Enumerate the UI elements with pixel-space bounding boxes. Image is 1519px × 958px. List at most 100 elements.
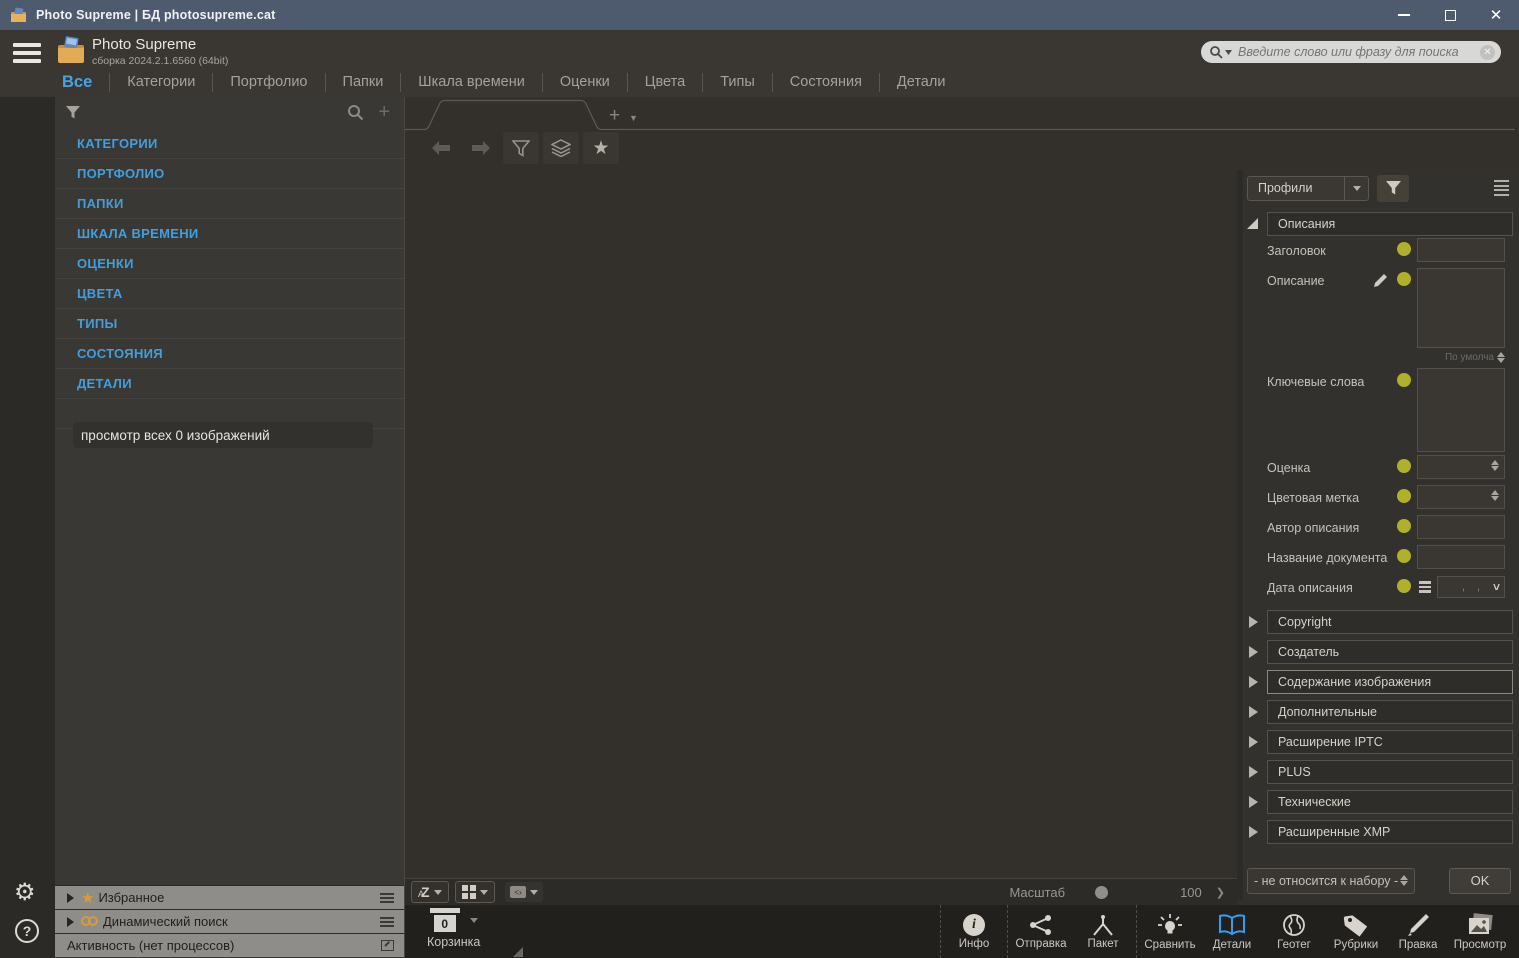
activity-expand-icon[interactable] (381, 940, 394, 951)
sidebar-item-states[interactable]: СОСТОЯНИЯ (55, 339, 404, 369)
keyword-dot-icon[interactable] (1397, 272, 1411, 286)
panel-menu-icon[interactable] (1494, 180, 1509, 196)
section-collapsed-icon[interactable] (1249, 796, 1258, 808)
keyword-dot-icon[interactable] (1397, 489, 1411, 503)
search-input[interactable] (1238, 45, 1480, 59)
sidebar-item-types[interactable]: ТИПЫ (55, 309, 404, 339)
keyword-dot-icon[interactable] (1397, 242, 1411, 256)
section-collapsed-icon[interactable] (1249, 736, 1258, 748)
dock-item-geotag[interactable]: Геотег (1263, 905, 1325, 958)
section-expanded-icon[interactable] (1247, 218, 1258, 229)
layers-button[interactable] (543, 132, 579, 164)
date-field[interactable]: ,, ˅ (1437, 576, 1505, 598)
favorites-panel-header[interactable]: ★ Избранное (55, 885, 404, 909)
tab-timeline[interactable]: Шкала времени (418, 72, 525, 92)
dock-item-view[interactable]: Просмотр (1449, 905, 1511, 958)
star-rating-button[interactable]: ★ (583, 132, 619, 164)
tab-folders[interactable]: Папки (343, 72, 384, 92)
section-extended-xmp[interactable]: Расширенные XMP (1267, 820, 1513, 844)
search-box[interactable]: ✕ (1201, 41, 1501, 63)
sidebar-item-ratings[interactable]: ОЦЕНКИ (55, 249, 404, 279)
keyword-dot-icon[interactable] (1397, 373, 1411, 387)
section-creator[interactable]: Создатель (1267, 640, 1513, 664)
section-collapsed-icon[interactable] (1249, 676, 1258, 688)
filter-button[interactable] (503, 132, 539, 164)
sidebar-item-timeline[interactable]: ШКАЛА ВРЕМЕНИ (55, 219, 404, 249)
section-collapsed-icon[interactable] (1249, 646, 1258, 658)
section-iptc-extension[interactable]: Расширение IPTC (1267, 730, 1513, 754)
expand-arrow-icon[interactable] (67, 916, 74, 927)
label-dropdown-icon[interactable] (529, 889, 538, 895)
tab-ratings[interactable]: Оценки (560, 72, 610, 92)
profile-combo-arrow-icon[interactable] (1344, 176, 1368, 200)
zoom-dropdown-icon[interactable]: ❯ (1216, 886, 1225, 899)
forward-button[interactable] (463, 132, 499, 164)
sidebar-item-portfolio[interactable]: ПОРТФОЛИО (55, 159, 404, 189)
help-icon[interactable]: ? (15, 919, 39, 943)
dynamic-search-menu-icon[interactable] (380, 916, 394, 927)
panel-filter-button[interactable] (1377, 174, 1409, 202)
view-all-images-button[interactable]: просмотр всех 0 изображений (73, 422, 373, 448)
zoom-slider[interactable] (1095, 885, 1109, 899)
edit-pencil-icon[interactable] (1373, 273, 1388, 288)
section-additional[interactable]: Дополнительные (1267, 700, 1513, 724)
section-collapsed-icon[interactable] (1249, 616, 1258, 628)
ok-button[interactable]: OK (1449, 867, 1511, 894)
dock-item-share[interactable]: Отправка (1010, 905, 1072, 958)
maximize-button[interactable] (1427, 0, 1473, 30)
favorites-menu-icon[interactable] (380, 892, 394, 903)
tab-portfolio[interactable]: Портфолио (230, 72, 307, 92)
dock-item-details[interactable]: Детали (1201, 905, 1263, 958)
sidebar-item-colors[interactable]: ЦВЕТА (55, 279, 404, 309)
description-field[interactable] (1417, 268, 1505, 348)
dynamic-search-panel-header[interactable]: Динамический поиск (55, 909, 404, 933)
close-button[interactable]: ✕ (1473, 0, 1519, 30)
section-copyright[interactable]: Copyright (1267, 610, 1513, 634)
tab-colors[interactable]: Цвета (645, 72, 685, 92)
keywords-field[interactable] (1417, 368, 1505, 452)
sidebar-filter-icon[interactable] (65, 105, 81, 120)
dock-item-edit[interactable]: Правка (1387, 905, 1449, 958)
set-selector[interactable]: - не относится к набору - (1247, 867, 1415, 894)
dock-item-labels[interactable]: Рубрики (1325, 905, 1387, 958)
default-language-spinner[interactable]: По умолча (1417, 352, 1505, 363)
section-collapsed-icon[interactable] (1249, 826, 1258, 838)
basket-dropdown-icon[interactable] (469, 917, 478, 923)
activity-bar[interactable]: Активность (нет процессов) (55, 933, 404, 957)
settings-gear-icon[interactable]: ⚙ (14, 878, 36, 907)
title-field[interactable] (1417, 238, 1505, 262)
add-tab-dropdown-icon[interactable]: ▼ (629, 113, 638, 123)
sidebar-item-categories[interactable]: КАТЕГОРИИ (55, 129, 404, 159)
dock-item-compare[interactable]: Сравнить (1139, 905, 1201, 958)
keyword-dot-icon[interactable] (1397, 519, 1411, 533)
search-icon[interactable] (1209, 45, 1232, 60)
section-collapsed-icon[interactable] (1249, 766, 1258, 778)
view-mode-button[interactable] (454, 881, 495, 903)
expand-arrow-icon[interactable] (67, 892, 74, 903)
tab-details[interactable]: Детали (897, 72, 946, 92)
date-dropdown-icon[interactable]: ˅ (1493, 580, 1500, 594)
section-plus[interactable]: PLUS (1267, 760, 1513, 784)
rating-field[interactable] (1417, 455, 1505, 479)
search-clear-icon[interactable]: ✕ (1480, 44, 1495, 60)
sidebar-item-details[interactable]: ДЕТАЛИ (55, 369, 404, 399)
panel-scroll-strip[interactable] (1237, 170, 1243, 900)
tab-categories[interactable]: Категории (127, 72, 195, 92)
keyword-dot-icon[interactable] (1397, 579, 1411, 593)
date-options-icon[interactable] (1419, 581, 1431, 593)
document-title-field[interactable] (1417, 545, 1505, 569)
minimize-button[interactable] (1381, 0, 1427, 30)
tab-types[interactable]: Типы (720, 72, 755, 92)
sidebar-search-icon[interactable] (347, 104, 364, 121)
tab-states[interactable]: Состояния (790, 72, 862, 92)
section-collapsed-icon[interactable] (1249, 706, 1258, 718)
keyword-dot-icon[interactable] (1397, 459, 1411, 473)
label-display-button[interactable]: <› (504, 882, 543, 902)
sidebar-add-icon[interactable]: + (378, 102, 390, 122)
basket-button[interactable]: 0 Корзинка (427, 908, 480, 949)
view-mode-dropdown-icon[interactable] (479, 889, 488, 895)
keyword-dot-icon[interactable] (1397, 549, 1411, 563)
add-collection-tab-icon[interactable]: + (609, 105, 620, 127)
back-button[interactable] (423, 132, 459, 164)
dock-item-info[interactable]: i Инфо (943, 905, 1005, 958)
